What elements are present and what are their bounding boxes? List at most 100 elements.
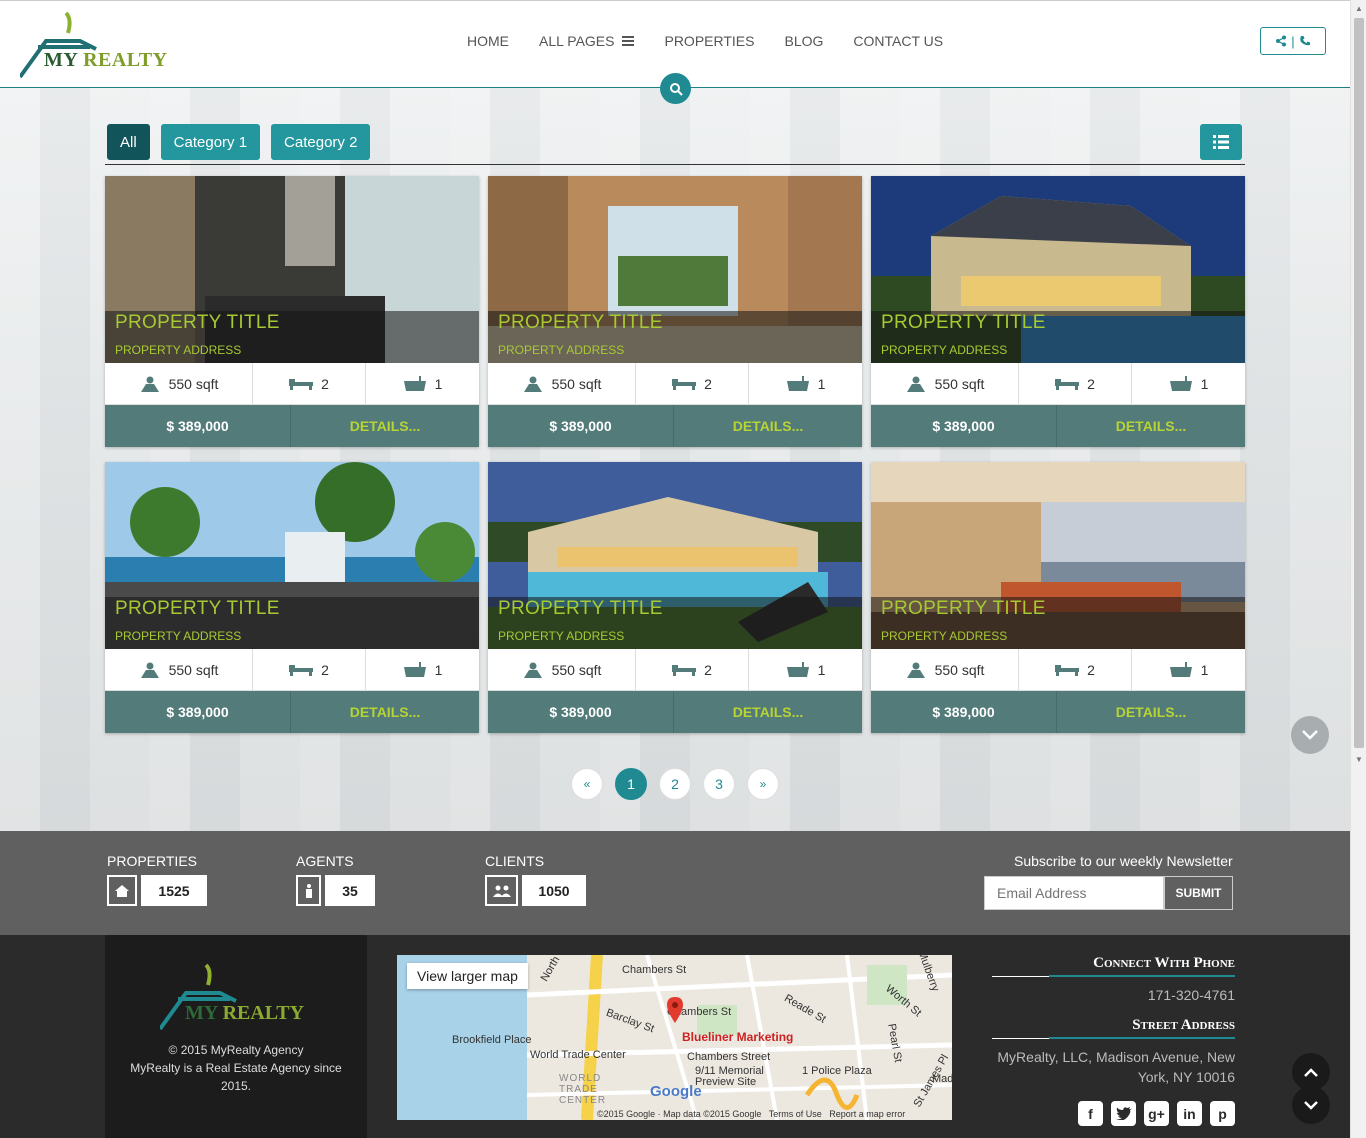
list-icon [1213,135,1229,149]
map-label: Chambers St [622,964,687,976]
property-stats: 550 sqft 2 1 [871,649,1245,691]
stat-area: 550 sqft [105,363,253,404]
site-logo[interactable]: MY REALTY [18,9,170,79]
stat-properties: PROPERTIES 1525 [107,853,207,906]
bathtub-icon [403,375,426,391]
area-icon [906,376,925,392]
submit-button[interactable]: SUBMIT [1164,876,1233,910]
bathtub-icon [403,661,426,677]
map-marker-icon[interactable] [667,997,683,1023]
scroll-up-arrow-icon[interactable]: ▲ [1354,4,1364,14]
nav-home[interactable]: HOME [452,31,524,51]
property-image[interactable]: PROPERTY TITLE PROPERTY ADDRESS [488,176,862,363]
nav-properties[interactable]: PROPERTIES [649,31,769,51]
details-link[interactable]: DETAILS... [674,405,862,447]
search-button[interactable] [660,73,691,104]
email-input[interactable] [984,876,1164,910]
page-3[interactable]: 3 [703,768,735,800]
scroll-down-button[interactable] [1292,1086,1330,1124]
page-prev[interactable]: « [571,768,603,800]
property-image[interactable]: PROPERTY TITLE PROPERTY ADDRESS [871,462,1245,649]
view-larger-map-link[interactable]: View larger map [407,963,528,989]
property-title[interactable]: PROPERTY TITLE [881,598,1046,620]
property-title[interactable]: PROPERTY TITLE [498,312,663,334]
filter-category-1[interactable]: Category 1 [160,124,261,160]
twitter-icon[interactable] [1111,1101,1136,1126]
share-phone-button[interactable]: | [1260,27,1326,55]
details-link[interactable]: DETAILS... [291,405,479,447]
scroll-down-button[interactable] [1291,716,1329,754]
google-plus-icon[interactable]: g+ [1144,1101,1169,1126]
pinterest-icon[interactable]: p [1210,1101,1235,1126]
property-price: $ 389,000 [488,405,674,447]
stat-baths: 1 [749,363,862,404]
stat-area: 550 sqft [488,363,636,404]
facebook-icon[interactable]: f [1078,1101,1103,1126]
property-image[interactable]: PROPERTY TITLE PROPERTY ADDRESS [105,462,479,649]
page-scrollbar[interactable]: ▲ ▼ [1350,0,1366,1138]
phone-number[interactable]: 171-320-4761 [992,977,1235,1017]
stat-area: 550 sqft [871,649,1019,690]
filter-all[interactable]: All [107,124,150,160]
property-price: $ 389,000 [871,405,1057,447]
card-footer: $ 389,000 DETAILS... [488,405,862,447]
bathtub-icon [1169,661,1192,677]
share-icon [1276,35,1287,47]
property-price: $ 389,000 [871,691,1057,733]
details-link[interactable]: DETAILS... [1057,691,1245,733]
map-label: 1 Police Plaza [802,1065,872,1077]
property-stats: 550 sqft 2 1 [871,363,1245,405]
person-icon [296,875,321,906]
nav-all-pages[interactable]: ALL PAGES [524,31,649,51]
map-label: Mad [932,1073,952,1085]
phone-icon [1299,36,1310,46]
card-footer: $ 389,000 DETAILS... [105,691,479,733]
scroll-thumb[interactable] [1354,18,1364,748]
map-attribution: ©2015 Google · Map data ©2015 Google Ter… [597,1109,906,1119]
property-image[interactable]: PROPERTY TITLE PROPERTY ADDRESS [488,462,862,649]
properties-section: All Category 1 Category 2 PROPERTY TITLE… [0,88,1350,831]
nav-blog[interactable]: BLOG [769,31,838,51]
property-price: $ 389,000 [105,691,291,733]
footer-copyright: © 2015 MyRealty Agency MyRealty is a Rea… [130,1043,342,1093]
area-icon [523,376,542,392]
list-view-button[interactable] [1200,124,1242,160]
nav-contact-us[interactable]: CONTACT US [838,31,958,51]
property-stats: 550 sqft 2 1 [488,649,862,691]
area-icon [140,662,159,678]
page-2[interactable]: 2 [659,768,691,800]
scroll-down-arrow-icon[interactable]: ▼ [1354,755,1364,765]
main-nav: HOME ALL PAGES PROPERTIES BLOG CONTACT U… [452,31,958,51]
property-image[interactable]: PROPERTY TITLE PROPERTY ADDRESS [105,176,479,363]
phone-heading: Connect With Phone [992,955,1235,977]
bed-icon [289,664,314,676]
stat-clients: CLIENTS 1050 [485,853,586,906]
bathtub-icon [786,661,809,677]
stat-baths: 1 [1132,649,1245,690]
property-stats: 550 sqft 2 1 [105,363,479,405]
details-link[interactable]: DETAILS... [674,691,862,733]
filter-category-2[interactable]: Category 2 [271,124,371,160]
social-links: f g+ in p [992,1101,1235,1126]
details-link[interactable]: DETAILS... [1057,405,1245,447]
map-marker-label: Blueliner Marketing [682,1030,794,1044]
linkedin-icon[interactable]: in [1177,1101,1202,1126]
contact-info: Connect With Phone 171-320-4761 Street A… [992,955,1235,1126]
property-title[interactable]: PROPERTY TITLE [881,312,1046,334]
page-1[interactable]: 1 [615,768,647,800]
property-title[interactable]: PROPERTY TITLE [115,312,280,334]
page-next[interactable]: » [747,768,779,800]
bathtub-icon [786,375,809,391]
stat-value: 1050 [522,875,586,906]
map-label: 9/11 Memorial Preview Site [695,1065,764,1088]
property-address: PROPERTY ADDRESS [115,629,242,643]
location-map[interactable]: View larger map Chambers St Chambers St … [397,955,952,1120]
stat-baths: 1 [749,649,862,690]
card-footer: $ 389,000 DETAILS... [105,405,479,447]
property-title[interactable]: PROPERTY TITLE [115,598,280,620]
property-title[interactable]: PROPERTY TITLE [498,598,663,620]
newsletter-title: Subscribe to our weekly Newsletter [1014,853,1233,869]
property-image[interactable]: PROPERTY TITLE PROPERTY ADDRESS [871,176,1245,363]
details-link[interactable]: DETAILS... [291,691,479,733]
property-price: $ 389,000 [488,691,674,733]
